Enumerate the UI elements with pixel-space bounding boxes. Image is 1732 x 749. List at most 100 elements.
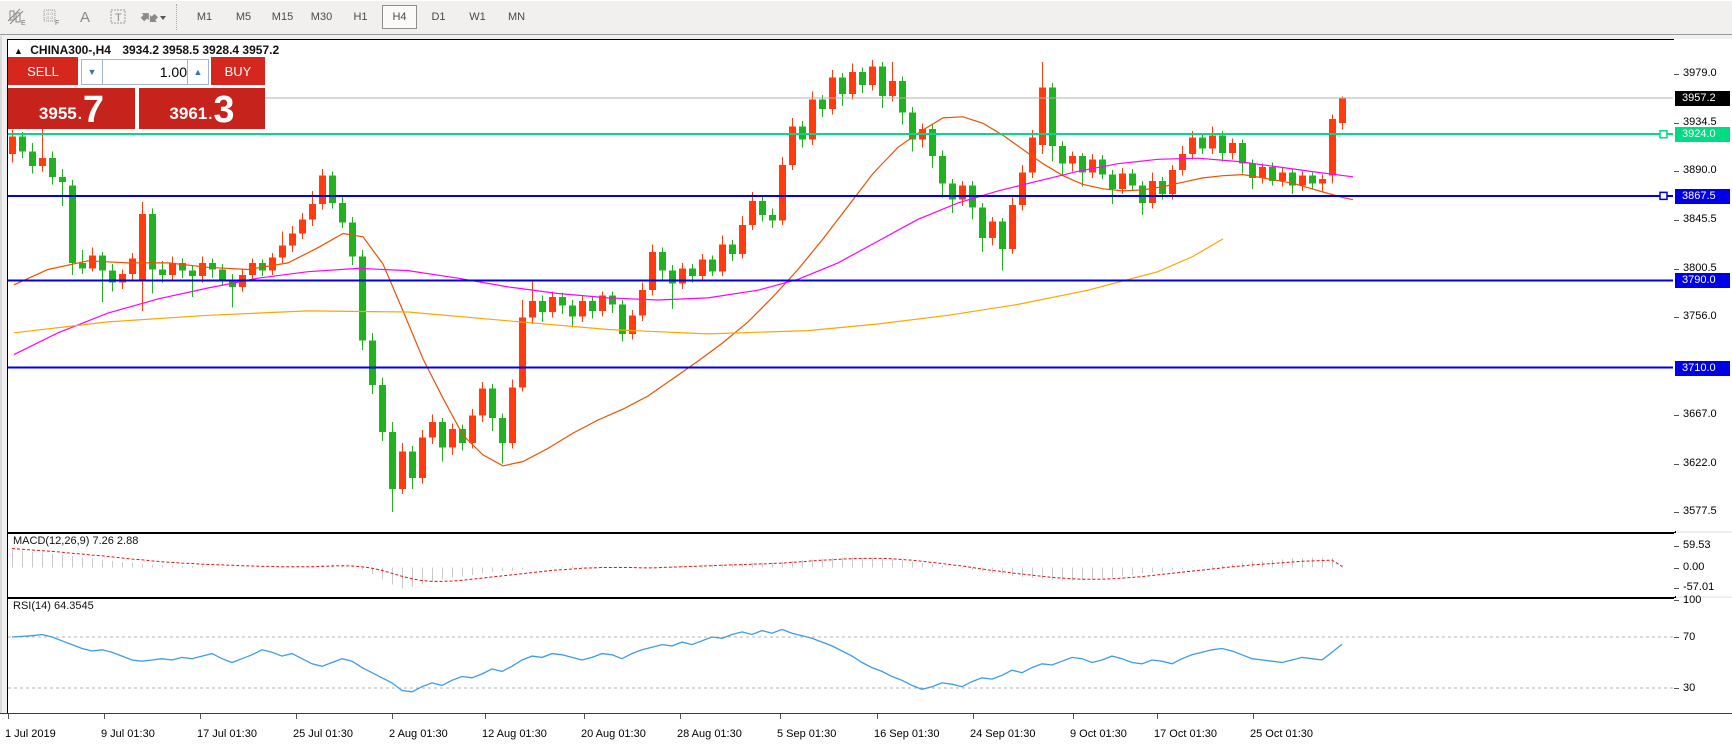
price-axis-tick — [1674, 512, 1679, 513]
timeframe-button-h4[interactable]: H4 — [382, 5, 417, 29]
candle-body — [1259, 167, 1266, 178]
macd-chart-surface[interactable] — [8, 534, 1673, 595]
candle-body — [319, 176, 326, 204]
svg-text:F: F — [55, 20, 59, 26]
level-price-axis-marker: 3710.0 — [1675, 361, 1730, 376]
rsi-indicator-panel[interactable]: RSI(14) 64.3545 — [7, 598, 1676, 715]
volume-input[interactable]: 1.00 — [102, 59, 193, 85]
date-axis-tick — [200, 714, 201, 719]
price-axis-tick-label: 3756.0 — [1683, 310, 1717, 322]
candle-body — [189, 271, 196, 276]
volume-increment-button[interactable]: ▲ — [187, 59, 209, 85]
date-axis-tick-label: 17 Jul 01:30 — [197, 728, 257, 740]
candle-body — [299, 219, 306, 233]
expert-indicator-e-icon[interactable]: E — [1, 5, 33, 29]
buy-price-quote[interactable]: 3961.3 — [139, 88, 265, 129]
rsi-chart-surface[interactable] — [8, 599, 1673, 712]
rsi-axis-tick — [1674, 600, 1679, 601]
timeframe-button-mn[interactable]: MN — [499, 5, 534, 29]
date-axis-tick-label: 20 Aug 01:30 — [581, 728, 646, 740]
buy-price-int: 3961 — [169, 105, 207, 122]
candle-body — [129, 259, 136, 274]
symbol-marker-icon: ▲ — [14, 46, 23, 56]
candle-body — [959, 185, 966, 199]
candle-body — [1279, 172, 1286, 181]
date-axis-tick — [680, 714, 681, 719]
candle-body — [689, 268, 696, 276]
candle-body — [1169, 170, 1176, 194]
candle-body — [929, 129, 936, 156]
candle-body — [29, 152, 36, 166]
price-axis[interactable]: 3979.03934.53890.03845.53800.53756.03667… — [1674, 39, 1732, 531]
macd-histogram-layer — [13, 550, 1343, 588]
candle-body — [139, 214, 146, 281]
macd-axis-tick — [1674, 588, 1679, 589]
candle-body — [999, 221, 1006, 248]
date-axis[interactable]: 1 Jul 20199 Jul 01:3017 Jul 01:3025 Jul … — [0, 713, 1732, 749]
candle-body — [329, 176, 336, 203]
price-axis-tick — [1674, 220, 1679, 221]
buy-price-dot: . — [208, 107, 212, 122]
macd-axis-tick-label: 0.00 — [1683, 561, 1704, 573]
date-axis-tick-label: 25 Jul 01:30 — [293, 728, 353, 740]
text-box-icon[interactable]: T — [103, 5, 135, 29]
timeframe-button-m15[interactable]: M15 — [265, 5, 300, 29]
price-axis-tick — [1674, 74, 1679, 75]
rsi-axis[interactable]: 1007030 — [1674, 598, 1732, 713]
candle-body — [789, 127, 796, 165]
candle-body — [639, 290, 646, 315]
price-axis-tick-label: 3622.0 — [1683, 457, 1717, 469]
candle-body — [709, 260, 716, 272]
candle-body — [669, 271, 676, 284]
candle-body — [19, 136, 26, 151]
grid-f-icon[interactable]: F — [35, 5, 67, 29]
current-price-axis-marker: 3957.2 — [1675, 91, 1730, 106]
price-axis-tick — [1674, 317, 1679, 318]
candle-body — [69, 185, 76, 262]
arrange-objects-glyph — [140, 8, 166, 26]
timeframe-button-w1[interactable]: W1 — [460, 5, 495, 29]
macd-signal-line — [12, 549, 1342, 582]
macd-axis[interactable]: 59.530.00-57.01 — [1674, 533, 1732, 596]
price-axis-tick-label: 3979.0 — [1683, 67, 1717, 79]
text-label-icon[interactable]: A — [69, 5, 101, 29]
candle-body — [289, 233, 296, 245]
candle-body — [869, 67, 876, 86]
volume-decrement-button[interactable]: ▼ — [81, 59, 103, 85]
candle-body — [779, 165, 786, 221]
candle-body — [199, 263, 206, 276]
candle-body — [209, 263, 216, 270]
date-axis-tick — [973, 714, 974, 719]
date-axis-tick-label: 17 Oct 01:30 — [1154, 728, 1217, 740]
svg-text:E: E — [21, 20, 26, 26]
timeframe-button-m1[interactable]: M1 — [187, 5, 222, 29]
candle-body — [949, 183, 956, 199]
timeframe-button-m30[interactable]: M30 — [304, 5, 339, 29]
sell-price-quote[interactable]: 3955.7 — [8, 88, 135, 129]
macd-indicator-panel[interactable]: MACD(12,26,9) 7.26 2.88 — [7, 533, 1676, 598]
candle-body — [1209, 135, 1216, 148]
candle-body — [279, 245, 286, 257]
candle-body — [389, 432, 396, 489]
candle-body — [1319, 179, 1326, 183]
timeframe-button-h1[interactable]: H1 — [343, 5, 378, 29]
candle-body — [169, 263, 176, 275]
price-axis-tick — [1674, 123, 1679, 124]
date-axis-tick-label: 28 Aug 01:30 — [677, 728, 742, 740]
candle-body — [99, 255, 106, 270]
candle-body — [309, 204, 316, 219]
one-click-trade-panel: SELL ▼ 1.00 ▲ BUY 3955.7 3961.3 — [8, 56, 265, 129]
candle-body — [1219, 135, 1226, 152]
buy-button[interactable]: BUY — [211, 57, 265, 85]
date-axis-tick-label: 25 Oct 01:30 — [1250, 728, 1313, 740]
sell-button[interactable]: SELL — [8, 57, 78, 85]
date-axis-tick-label: 5 Sep 01:30 — [777, 728, 836, 740]
level-price-axis-marker: 3924.0 — [1675, 127, 1730, 142]
candle-body — [49, 158, 56, 177]
arrange-objects-icon[interactable] — [137, 5, 169, 29]
candle-body — [939, 156, 946, 183]
candle-body — [1109, 175, 1116, 189]
timeframe-button-d1[interactable]: D1 — [421, 5, 456, 29]
timeframe-button-m5[interactable]: M5 — [226, 5, 261, 29]
date-axis-tick-label: 12 Aug 01:30 — [482, 728, 547, 740]
